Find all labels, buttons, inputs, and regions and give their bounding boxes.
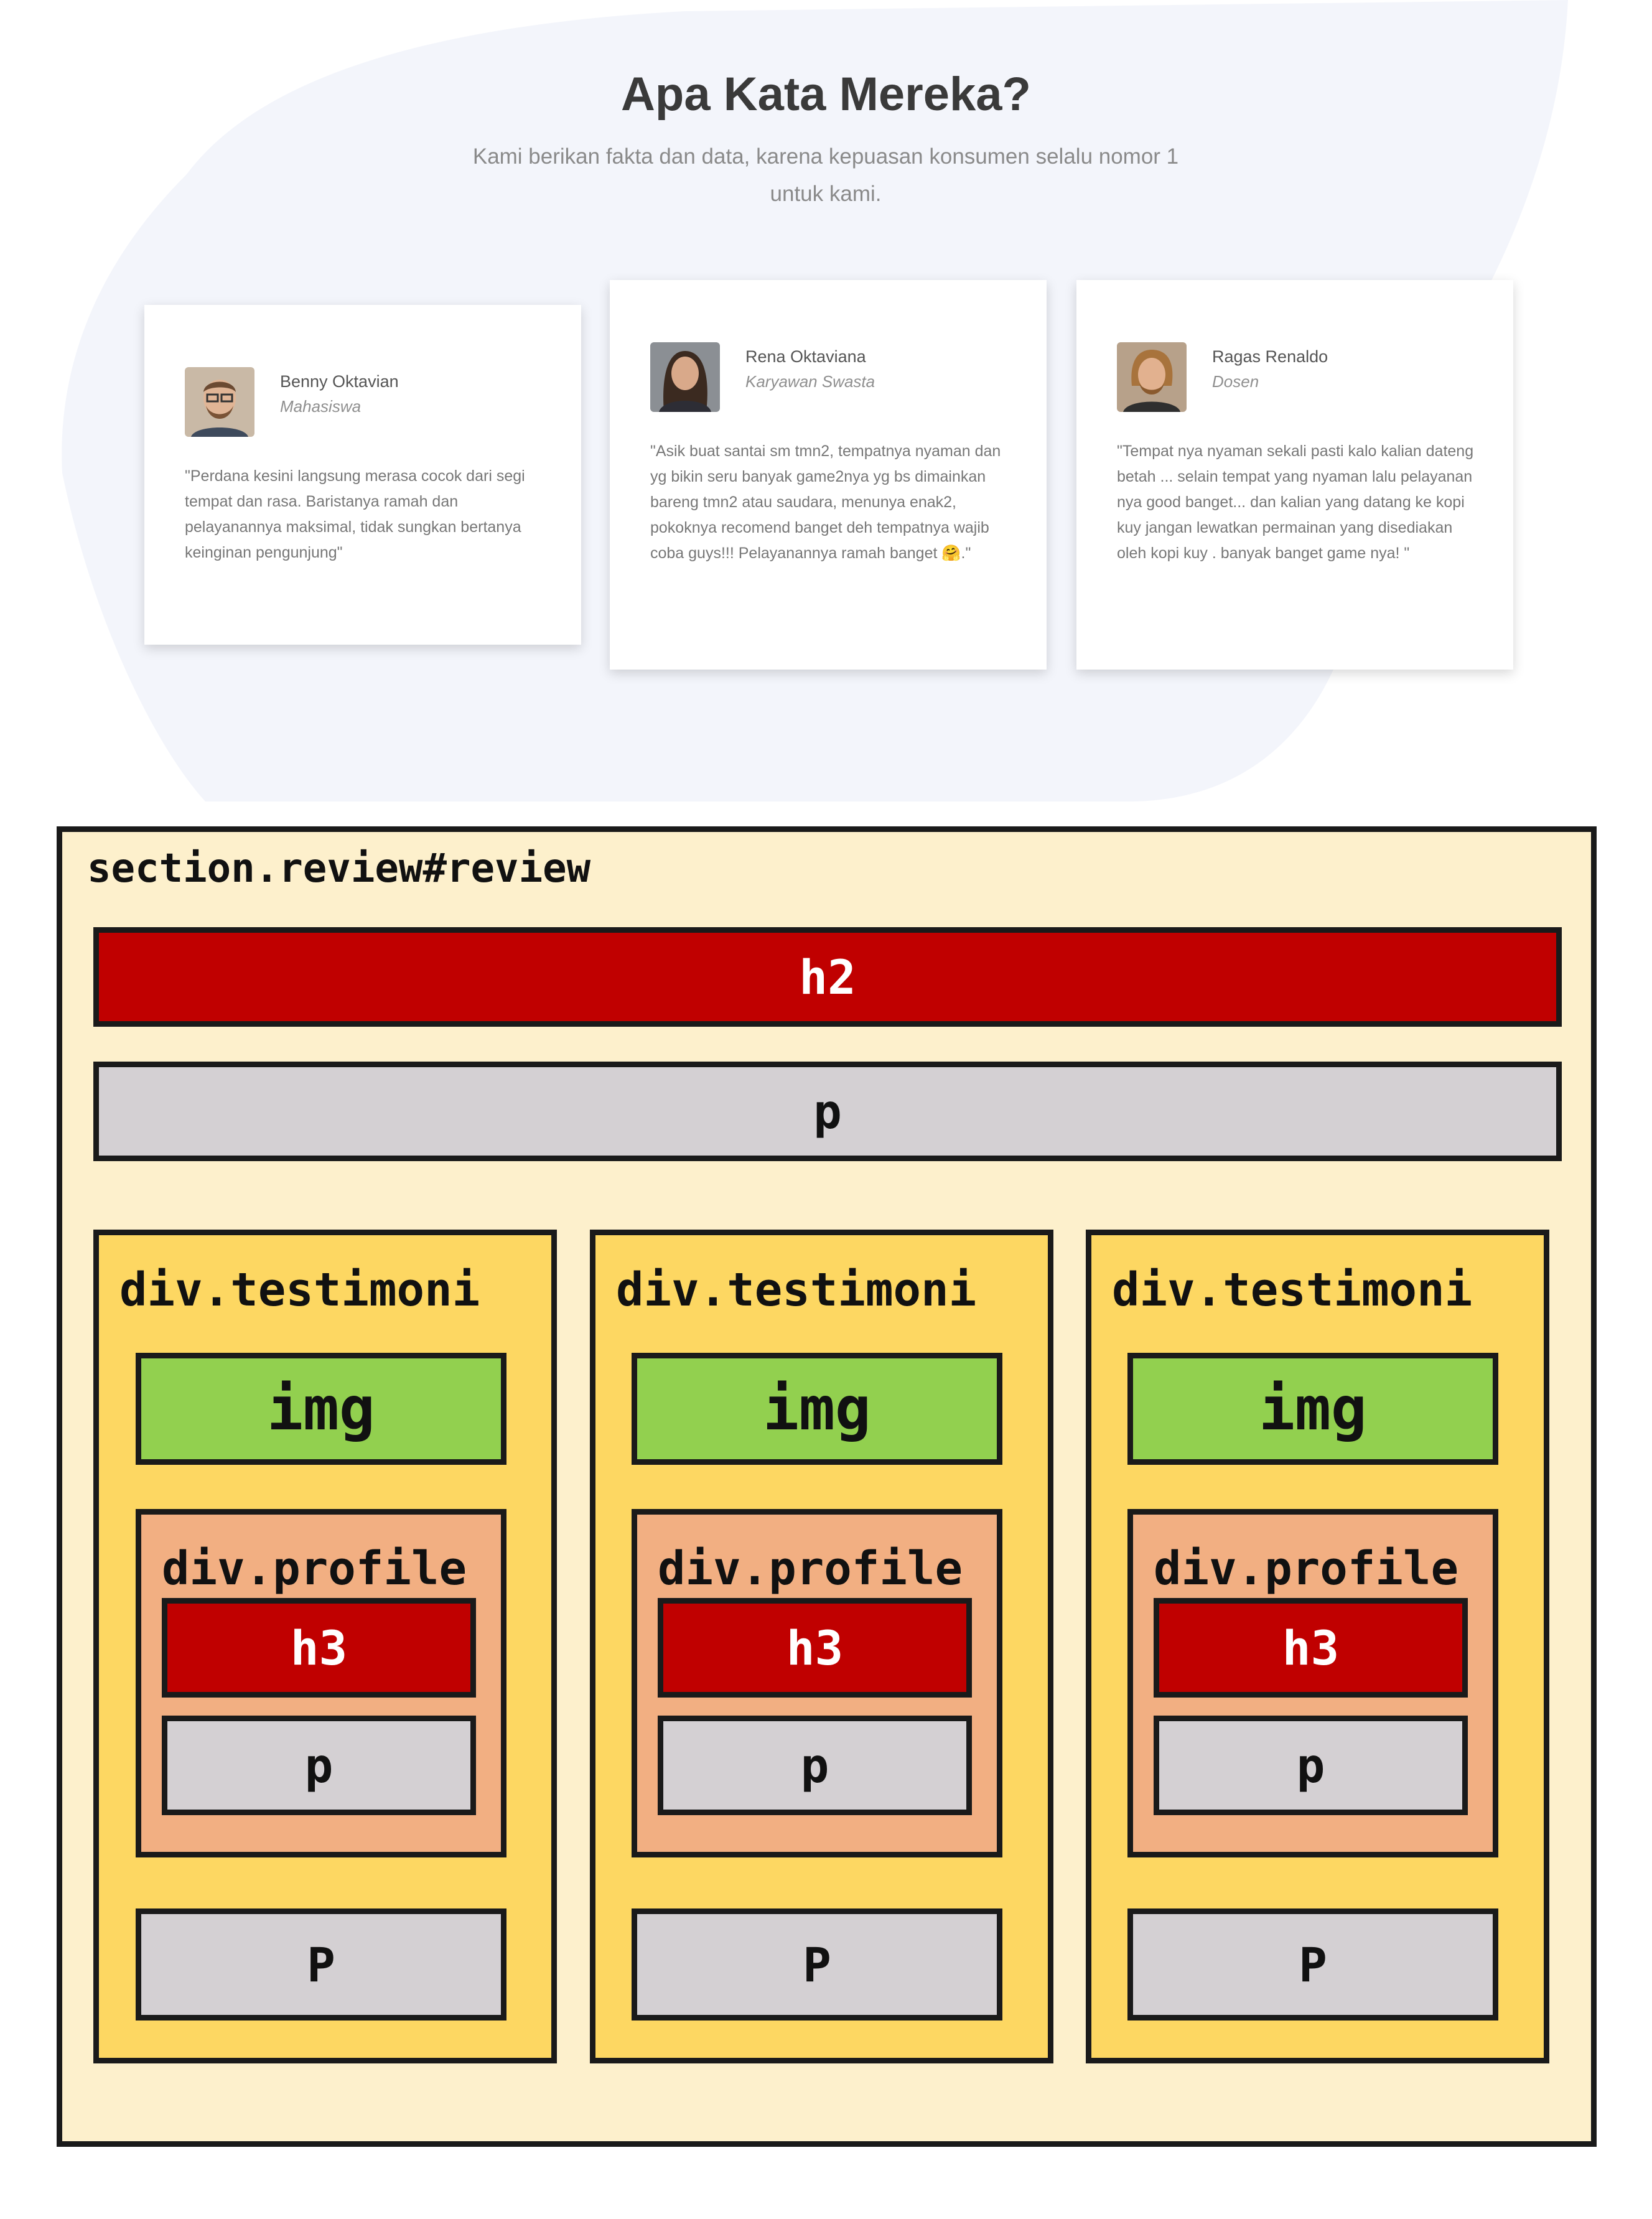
p-box: p [1154,1716,1468,1815]
avatar [1117,342,1187,412]
avatar [185,367,254,437]
avatar [650,342,720,412]
testimonial-quote: "Perdana kesini langsung merasa cocok da… [185,467,525,561]
h3-box: h3 [162,1598,476,1698]
profile-role: Karyawan Swasta [745,372,875,391]
profile-role: Dosen [1212,372,1259,391]
avatar-photo-icon [1117,342,1187,412]
h3-box: h3 [658,1598,972,1698]
profile-label: div.profile [658,1542,963,1595]
profile-name: Benny Oktavian [280,372,399,391]
p-box: p [93,1062,1562,1161]
img-box: img [1127,1353,1498,1465]
profile-label: div.profile [162,1542,467,1595]
testimoni-label: div.testimoni [119,1263,480,1317]
testimoni-label: div.testimoni [616,1263,977,1317]
page-title: Apa Kata Mereka? [621,68,1031,121]
testimonial-quote: "Tempat nya nyaman sekali pasti kalo kal… [1117,442,1474,562]
profile-name: Rena Oktaviana [745,347,866,366]
avatar-photo-icon [185,367,254,437]
p-box: p [162,1716,476,1815]
P-box: P [1127,1908,1498,2020]
profile-role: Mahasiswa [280,397,362,416]
img-box: img [136,1353,506,1465]
testimonial-card: Rena Oktaviana Karyawan Swasta "Asik bua… [610,280,1047,670]
testimoni-label: div.testimoni [1112,1263,1473,1317]
img-box: img [632,1353,1002,1465]
h3-box: h3 [1154,1598,1468,1698]
page-subtitle: Kami berikan fakta dan data, karena kepu… [472,144,1179,206]
section-label: section.review#review [87,846,591,892]
testimonial-quote: "Asik buat santai sm tmn2, tempatnya nya… [650,442,1001,562]
testimonial-card: Ragas Renaldo Dosen "Tempat nya nyaman s… [1076,280,1513,670]
P-box: P [136,1908,506,2020]
h2-box: h2 [93,927,1562,1027]
profile-name: Ragas Renaldo [1212,347,1328,366]
P-box: P [632,1908,1002,2020]
testimonial-card: Benny Oktavian Mahasiswa "Perdana kesini… [144,305,581,645]
avatar-photo-icon [650,342,720,412]
p-box: p [658,1716,972,1815]
profile-label: div.profile [1154,1542,1459,1595]
